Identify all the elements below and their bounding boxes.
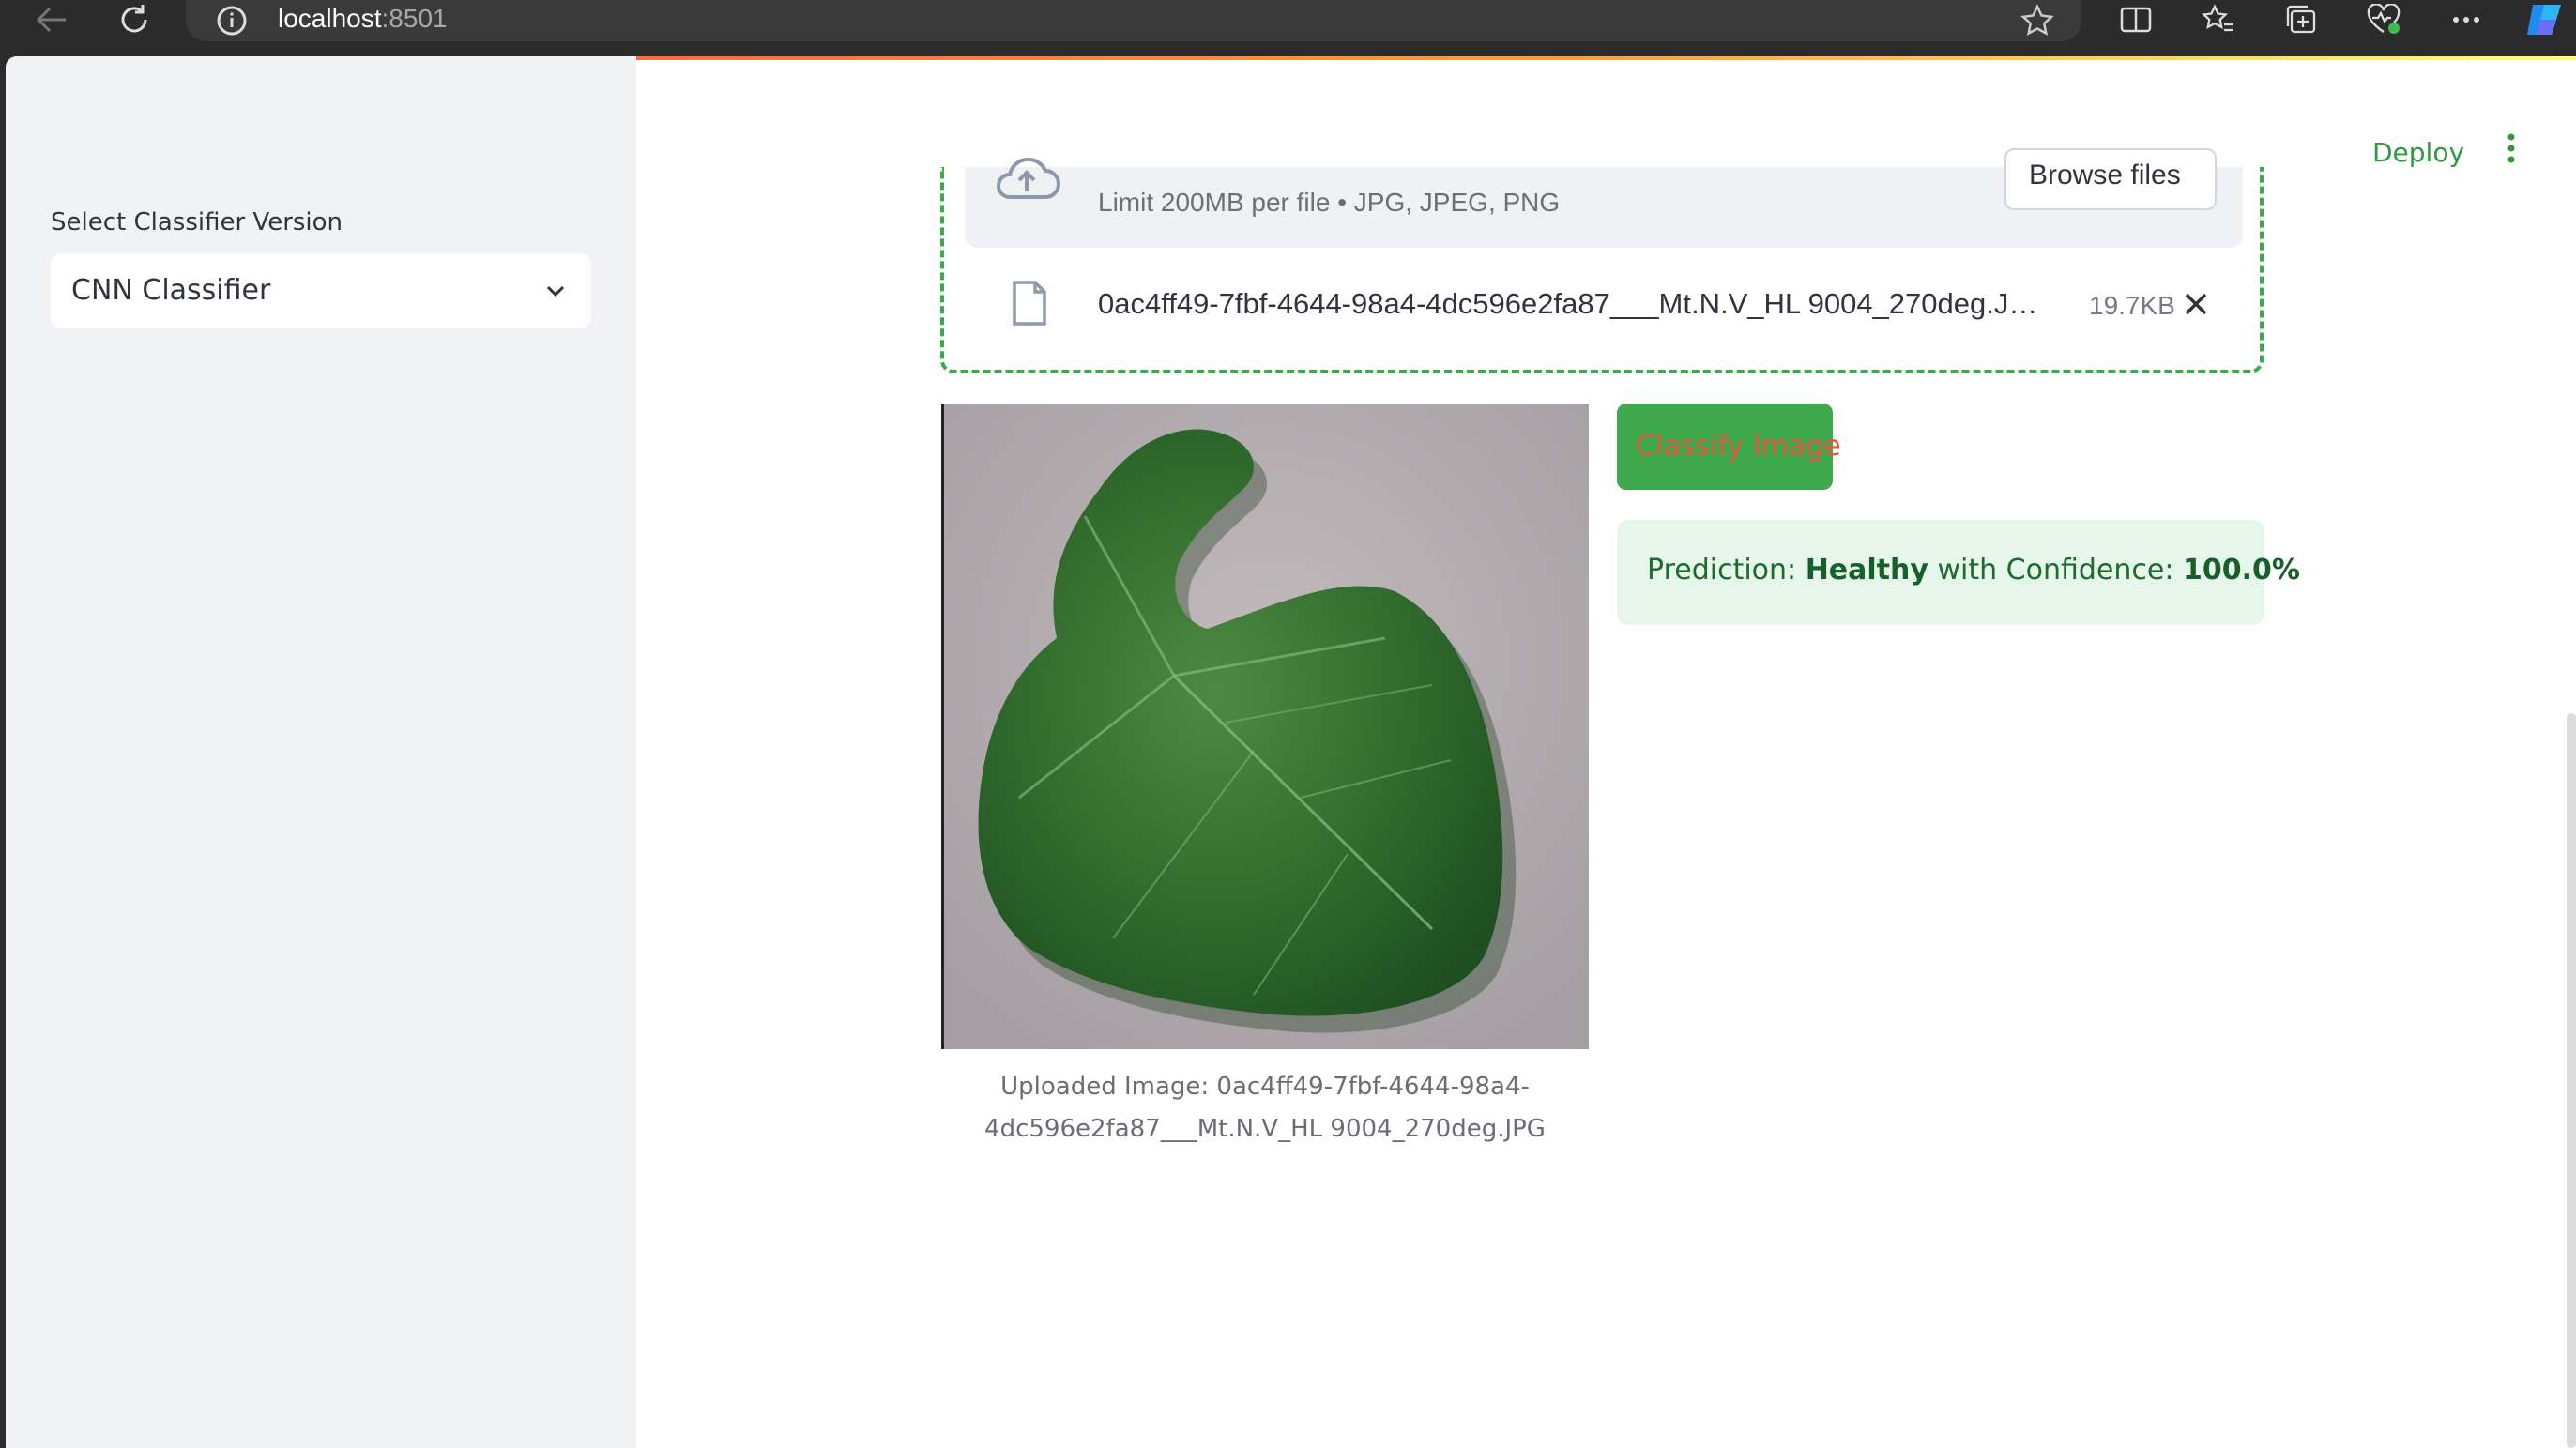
copilot-icon[interactable]	[2521, 0, 2568, 39]
browser-essentials-icon[interactable]	[2363, 0, 2404, 39]
split-screen-icon[interactable]	[2115, 0, 2157, 39]
dropzone[interactable]: Limit 200MB per file • JPG, JPEG, PNG Br…	[965, 148, 2243, 248]
url-port: :8501	[381, 4, 448, 33]
browser-chrome: localhost:8501	[0, 0, 2576, 56]
prediction-label: Healthy	[1805, 554, 1928, 587]
prediction-middle: with Confidence:	[1928, 554, 2183, 587]
vertical-scrollbar[interactable]	[2567, 713, 2576, 1448]
remove-file-icon[interactable]	[2181, 289, 2211, 324]
uploaded-file-size: 19.7KB	[2089, 291, 2175, 320]
image-caption-line-1: Uploaded Image: 0ac4ff49-7fbf-4644-98a4-	[1000, 1073, 1530, 1101]
address-bar[interactable]: localhost:8501	[186, 0, 2081, 41]
prediction-confidence: 100.0%	[2182, 554, 2300, 587]
uploaded-leaf-image	[941, 404, 1589, 1049]
image-caption-line-2: 4dc596e2fa87___Mt.N.V_HL 9004_270deg.JPG	[984, 1115, 1546, 1143]
prediction-prefix: Prediction:	[1647, 554, 1806, 587]
url-text[interactable]: localhost:8501	[278, 4, 448, 34]
image-caption: Uploaded Image: 0ac4ff49-7fbf-4644-98a4-…	[941, 1066, 1589, 1151]
sidebar: Select Classifier Version CNN Classifier	[6, 56, 636, 1448]
deploy-button[interactable]: Deploy	[2372, 137, 2464, 168]
favorite-star-icon[interactable]	[2020, 4, 2054, 42]
classifier-select[interactable]: CNN Classifier	[51, 253, 591, 328]
leaf-illustration	[944, 404, 1589, 1049]
classify-image-label: Classify Image	[1636, 430, 1841, 463]
upload-limit-text: Limit 200MB per file • JPG, JPEG, PNG	[1098, 188, 1561, 217]
upload-cloud-icon	[991, 154, 1062, 206]
chevron-down-icon	[544, 280, 567, 307]
info-icon[interactable]	[216, 5, 248, 41]
browse-files-label: Browse files	[2029, 160, 2181, 191]
more-options-icon[interactable]	[2446, 0, 2487, 39]
browse-files-button[interactable]: Browse files	[2004, 148, 2217, 210]
classifier-select-label: Select Classifier Version	[51, 208, 343, 236]
collections-icon[interactable]	[2280, 0, 2322, 39]
file-icon	[1012, 280, 1047, 331]
reload-icon[interactable]	[111, 0, 158, 39]
file-uploader: Limit 200MB per file • JPG, JPEG, PNG Br…	[940, 148, 2264, 373]
url-host: localhost	[278, 4, 382, 33]
classify-image-button[interactable]: Classify Image	[1617, 404, 1841, 490]
app-window: Select Classifier Version CNN Classifier…	[6, 56, 2576, 1448]
favorites-icon[interactable]	[2198, 0, 2239, 39]
back-arrow-icon[interactable]	[28, 0, 75, 39]
uploaded-file-name: 0ac4ff49-7fbf-4644-98a4-4dc596e2fa87___M…	[1098, 287, 2038, 320]
prediction-result-box: Prediction: Healthy with Confidence: 100…	[1617, 520, 2300, 625]
main-menu-icon[interactable]	[2498, 131, 2524, 165]
classifier-select-value: CNN Classifier	[71, 274, 271, 307]
prediction-text: Prediction: Healthy with Confidence: 100…	[1647, 554, 2300, 587]
